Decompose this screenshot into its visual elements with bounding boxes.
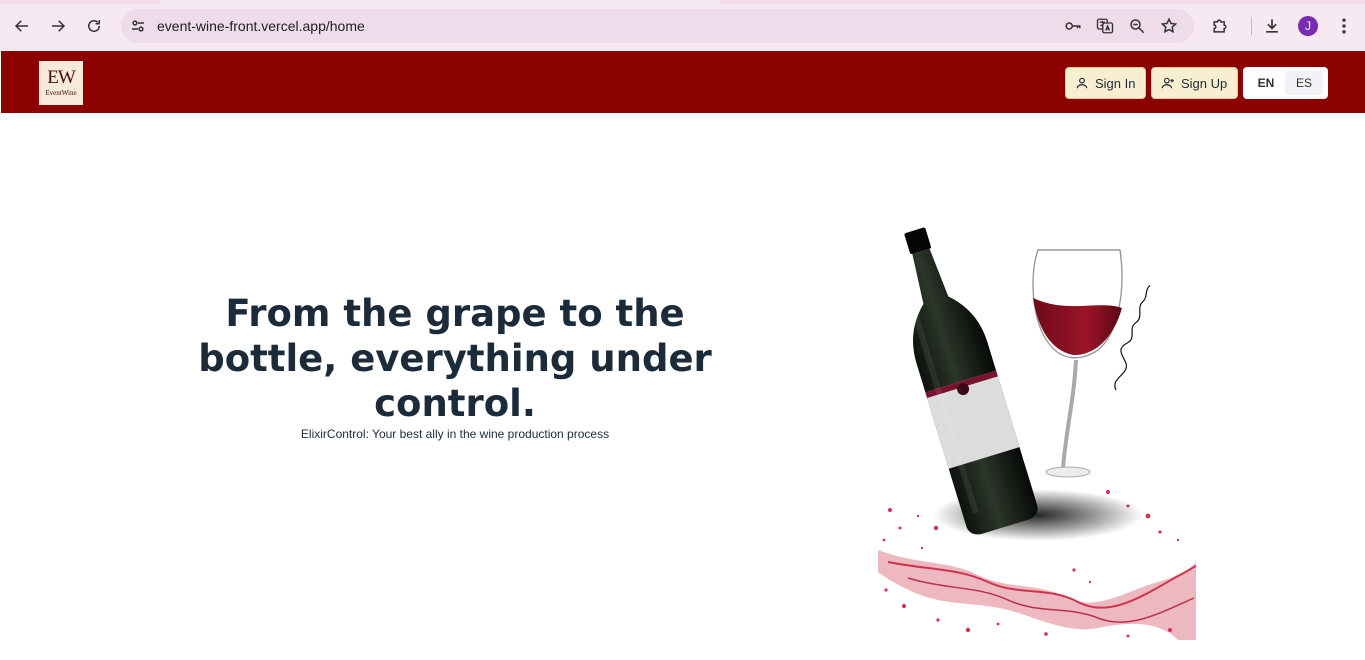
toolbar-separator — [1251, 17, 1252, 35]
user-plus-icon — [1161, 77, 1174, 89]
wine-glass — [1032, 249, 1123, 478]
download-icon[interactable] — [1262, 16, 1282, 36]
hero-subtitle: ElixirControl: Your best ally in the win… — [300, 427, 610, 441]
url-text[interactable]: event-wine-front.vercel.app/home — [157, 18, 365, 34]
forward-icon[interactable] — [45, 13, 71, 39]
star-icon[interactable] — [1160, 17, 1178, 35]
active-tab[interactable] — [160, 0, 720, 4]
sign-up-button[interactable]: Sign Up — [1151, 67, 1239, 99]
tab-strip — [0, 0, 1365, 4]
address-bar[interactable]: event-wine-front.vercel.app/home — [121, 9, 1194, 43]
wine-bottle-glass-image — [878, 227, 1197, 640]
back-icon[interactable] — [9, 13, 35, 39]
zoom-icon[interactable] — [1128, 17, 1146, 35]
sign-in-button[interactable]: Sign In — [1065, 67, 1147, 99]
app-header: EW EventWine Sign In Sign Up EN ES — [1, 51, 1365, 113]
key-icon[interactable] — [1064, 17, 1082, 35]
sign-in-label: Sign In — [1095, 75, 1136, 91]
wine-bottle — [904, 227, 1038, 535]
language-option-es[interactable]: ES — [1285, 71, 1323, 95]
translate-icon[interactable] — [1096, 17, 1114, 35]
eventwine-logo[interactable]: EW EventWine — [39, 61, 83, 105]
hero-title: From the grape to the bottle, everything… — [198, 292, 712, 425]
language-toggle: EN ES — [1243, 67, 1328, 99]
site-settings-icon[interactable] — [129, 17, 147, 35]
menu-icon[interactable] — [1334, 16, 1354, 36]
sign-up-label: Sign Up — [1181, 75, 1228, 91]
logo-name: EventWine — [45, 89, 77, 97]
extensions-icon[interactable] — [1210, 16, 1230, 36]
language-option-en[interactable]: EN — [1247, 71, 1285, 95]
logo-monogram: EW — [47, 67, 76, 88]
browser-chrome: event-wine-front.vercel.app/home J — [0, 0, 1365, 51]
user-icon — [1076, 77, 1088, 89]
profile-avatar[interactable]: J — [1298, 16, 1318, 36]
reload-icon[interactable] — [81, 13, 107, 39]
